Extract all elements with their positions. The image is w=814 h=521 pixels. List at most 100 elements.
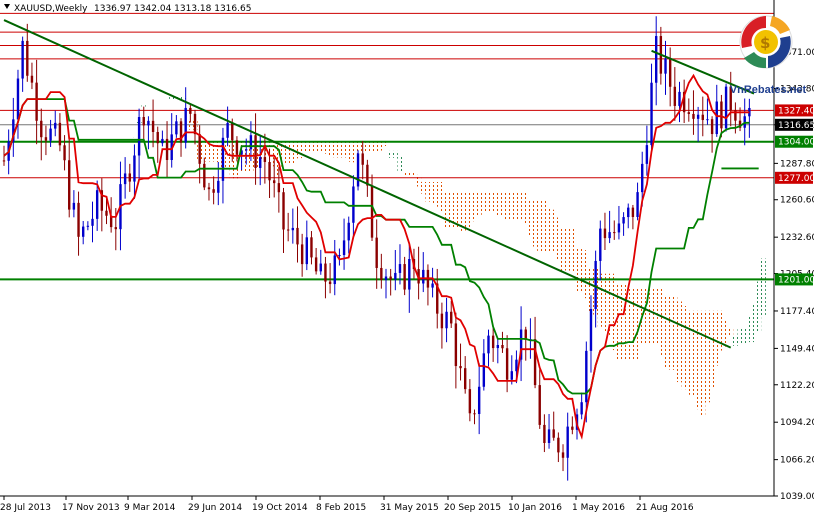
candle-body	[468, 389, 472, 414]
cloud-segment	[518, 192, 524, 220]
candle-body	[324, 263, 327, 282]
candle-body	[394, 272, 397, 280]
candle-body	[296, 227, 299, 245]
cloud-segment	[546, 208, 552, 253]
time-axis[interactable]: 28 Jul 2013 17 Nov 2013 9 Mar 2014 29 Jun 2…	[0, 496, 694, 513]
chart-window: 1371.001343.801316.651287.801260.601232.…	[0, 0, 814, 516]
candle-body	[445, 311, 448, 329]
candle-body	[645, 145, 649, 164]
candle-body	[291, 227, 295, 231]
candle-body	[403, 264, 406, 290]
candle-body	[231, 122, 234, 141]
candle-body	[305, 237, 309, 265]
cloud-segment	[611, 273, 617, 351]
candle-body	[128, 173, 131, 182]
level-badge-label: 1327.40	[778, 106, 814, 116]
candle-body	[561, 452, 565, 458]
cloud-segment	[690, 310, 696, 397]
candle-body	[95, 190, 99, 219]
cloud-segment	[495, 192, 501, 216]
cloud-segment	[756, 281, 762, 332]
cloud-segment	[551, 209, 557, 253]
candle-body	[408, 259, 411, 290]
candle-body	[631, 207, 635, 217]
candle-body	[650, 82, 653, 146]
cloud-segment	[630, 287, 636, 360]
cloud-segment	[527, 200, 533, 236]
candle-body	[370, 185, 374, 238]
cloud-segment	[700, 310, 706, 416]
x-tick-label: 21 Aug 2016	[636, 503, 694, 513]
y-tick-label: 1232.60	[780, 233, 814, 243]
candle-body	[636, 192, 639, 217]
candle-body	[603, 228, 607, 239]
cloud-segment	[574, 247, 580, 292]
cloud-segment	[621, 283, 627, 360]
candle-body	[147, 120, 150, 126]
candle-body	[259, 157, 262, 168]
candle-body	[175, 121, 178, 135]
candle-body	[617, 223, 621, 233]
candle-body	[193, 113, 197, 135]
y-tick-label: 1149.40	[780, 344, 814, 354]
candle-body	[482, 353, 486, 387]
logo-text: VnRebates.net	[729, 84, 807, 96]
candle-body	[668, 58, 672, 87]
candle-body	[49, 128, 52, 141]
cloud-segment	[430, 182, 436, 205]
candle-body	[212, 189, 215, 193]
x-tick-label: 10 Jan 2016	[508, 503, 562, 513]
candle-body	[473, 413, 476, 415]
candle-body	[673, 86, 677, 106]
cloud-segment	[709, 310, 715, 388]
cloud-segment	[746, 315, 752, 343]
cloud-segment	[141, 105, 147, 107]
cloud-segment	[569, 227, 575, 272]
cloud-segment	[676, 301, 682, 383]
candle-body	[352, 186, 355, 223]
candle-body	[54, 122, 57, 129]
cloud-segment	[537, 200, 543, 253]
candle-body	[245, 149, 248, 151]
candle-body	[571, 426, 574, 430]
candle-body	[338, 255, 341, 257]
candle-body	[198, 134, 201, 164]
candle-body	[235, 140, 239, 155]
x-tick-label: 17 Nov 2013	[62, 503, 120, 513]
candle-body	[40, 120, 43, 138]
candle-body	[282, 192, 285, 230]
cloud-segment	[541, 200, 547, 253]
cloud-segment	[579, 247, 585, 293]
cloud-segment	[653, 287, 659, 345]
candle-body	[398, 264, 402, 273]
candle-body	[30, 75, 34, 83]
cloud-segment	[472, 192, 478, 222]
cloud-segment	[695, 310, 701, 410]
cloud-segment	[388, 150, 394, 158]
candle-body	[599, 228, 602, 261]
candle-body	[463, 368, 467, 390]
candle-body	[664, 58, 667, 74]
cloud-segment	[663, 296, 669, 369]
candle-body	[72, 202, 76, 210]
x-tick-label: 9 Mar 2014	[124, 503, 176, 513]
candle-body	[692, 113, 695, 119]
candle-body	[81, 226, 85, 237]
x-tick-label: 20 Sep 2015	[444, 503, 501, 513]
candle-body	[706, 119, 709, 121]
candle-body	[440, 313, 444, 329]
candle-body	[589, 308, 593, 351]
candle-body	[501, 345, 504, 349]
x-tick-label: 19 Oct 2014	[252, 503, 308, 513]
candle-body	[254, 135, 257, 168]
cloud-segment	[602, 273, 608, 332]
candle-body	[491, 335, 495, 349]
candle-body	[328, 281, 332, 285]
candle-body	[77, 202, 80, 237]
candle-body	[123, 173, 127, 185]
candle-body	[585, 350, 588, 403]
candle-body	[342, 240, 346, 256]
candle-body	[286, 229, 290, 231]
y-tick-label: 1287.80	[780, 159, 814, 169]
y-tick-label: 1260.60	[780, 196, 814, 206]
